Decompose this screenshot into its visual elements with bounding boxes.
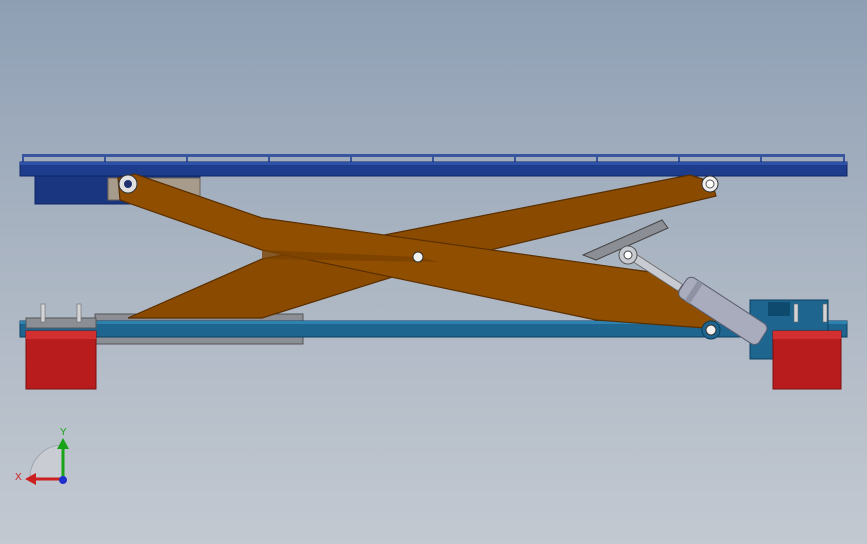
- bolt-right-1: [793, 303, 799, 323]
- pivot-center: [412, 251, 424, 263]
- platform-deck-highlight: [20, 162, 847, 165]
- z-axis-dot: [59, 476, 67, 484]
- cad-viewport[interactable]: Y X: [0, 0, 867, 544]
- triad-arc: [29, 444, 64, 479]
- x-axis-label: X: [15, 472, 22, 483]
- axis-triad: Y X: [15, 427, 69, 485]
- roller-left: [25, 330, 97, 390]
- bolt-left-1: [40, 303, 46, 323]
- bolt-left-2: [76, 303, 82, 323]
- y-axis-label: Y: [60, 427, 67, 438]
- right-bracket-slot: [768, 302, 790, 316]
- scissor-lift-model[interactable]: Y X: [0, 0, 867, 544]
- y-axis-arrow: [57, 438, 69, 449]
- roller-right: [772, 330, 842, 390]
- bolt-right-2: [822, 303, 828, 323]
- left-end-plate: [25, 317, 97, 329]
